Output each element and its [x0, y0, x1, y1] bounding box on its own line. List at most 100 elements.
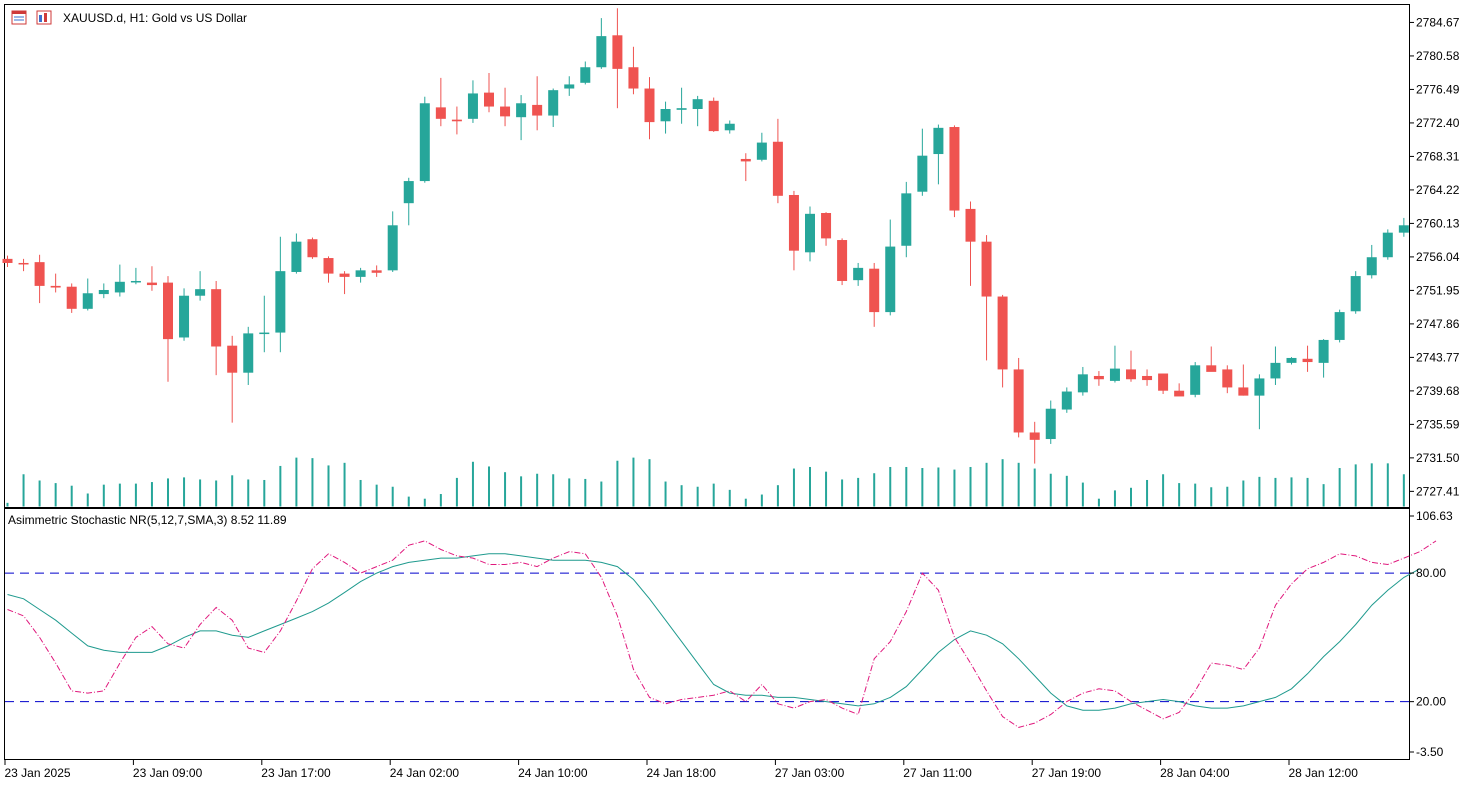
candle-body: [853, 267, 864, 281]
price-axis: 2784.67 2780.58 2776.49 2772.40 2768.31 2764.…: [1410, 15, 1460, 498]
candle-body: [403, 181, 414, 204]
candle-body: [387, 225, 398, 271]
candle-body: [323, 258, 334, 274]
price-tick-label: 2731.50: [1416, 451, 1460, 465]
candle-body: [82, 293, 93, 309]
candle-body: [740, 158, 751, 162]
chart-canvas[interactable]: XAUUSD.d, H1: Gold vs US Dollar Asimmetr…: [0, 0, 1483, 786]
candle-body: [692, 99, 703, 110]
candle-body: [1061, 391, 1072, 410]
price-tick-label: 2747.86: [1416, 317, 1460, 331]
indicator-axis: 106.63 80.00 20.00 -3.50: [1410, 509, 1453, 759]
candle-body: [1398, 225, 1409, 233]
candle-body: [98, 289, 109, 295]
candle-body: [435, 107, 446, 119]
candle-body: [179, 295, 190, 338]
candle-body: [227, 345, 238, 373]
symbol-title: XAUUSD.d, H1: Gold vs US Dollar: [63, 11, 247, 25]
time-tick-label: 23 Jan 09:00: [133, 766, 203, 780]
time-tick-label: 27 Jan 19:00: [1032, 766, 1102, 780]
candle-body: [724, 123, 735, 131]
candle-body: [467, 93, 478, 119]
candle-body: [1366, 257, 1377, 276]
price-tick-label: 2756.04: [1416, 250, 1460, 264]
candle-body: [1077, 374, 1088, 393]
candle-body: [1142, 375, 1153, 381]
indicator-label: Asimmetric Stochastic NR(5,12,7,SMA,3) 8…: [8, 513, 287, 527]
candle-body: [1238, 387, 1249, 396]
indicator-tick-label: 80.00: [1416, 566, 1446, 580]
candle-body: [66, 286, 77, 309]
stochastic-main-line: [7, 553, 1421, 711]
time-tick-label: 24 Jan 10:00: [518, 766, 588, 780]
candle-body: [211, 289, 222, 347]
candle-body: [981, 241, 992, 297]
candle-body: [355, 270, 366, 277]
candle-body: [484, 92, 494, 107]
candle-body: [580, 67, 591, 83]
candle-body: [1334, 312, 1345, 340]
main-pane-frame: [4, 4, 1410, 508]
candle-body: [1190, 365, 1201, 395]
chart-menu-icon[interactable]: [11, 10, 27, 25]
candle-body: [869, 268, 880, 313]
candle-body: [1270, 362, 1281, 379]
candle-body: [949, 127, 960, 211]
price-tick-label: 2764.22: [1416, 183, 1460, 197]
candle-body: [901, 193, 912, 246]
price-tick-label: 2727.41: [1416, 484, 1460, 498]
candle-body: [1126, 369, 1136, 380]
candle-body: [596, 36, 607, 68]
indicator-levels: [5, 572, 1410, 703]
candle-body: [34, 262, 45, 286]
price-tick-label: 2760.13: [1416, 216, 1460, 230]
candle-body: [291, 241, 302, 272]
candle-body: [259, 332, 270, 335]
price-tick-label: 2772.40: [1416, 116, 1460, 130]
candle-body: [50, 285, 61, 288]
price-tick-label: 2739.68: [1416, 384, 1460, 398]
candle-body: [628, 67, 639, 89]
candle-body: [1350, 276, 1361, 312]
indicator-pane-frame: [4, 508, 1410, 760]
price-tick-label: 2743.77: [1416, 350, 1460, 364]
price-tick-label: 2751.95: [1416, 283, 1460, 297]
candle-body: [1158, 373, 1169, 391]
candle-body: [371, 270, 382, 273]
candle-body: [1382, 232, 1393, 258]
candle-body: [564, 84, 575, 89]
candle-body: [644, 88, 655, 123]
candle-body: [885, 246, 896, 313]
chart-window: XAUUSD.d, H1: Gold vs US Dollar Asimmetr…: [0, 0, 1483, 786]
candle-body: [18, 262, 29, 265]
candle-body: [1302, 358, 1313, 363]
candle-body: [146, 282, 157, 286]
candle-body: [195, 289, 206, 296]
candle-body: [163, 282, 173, 340]
candle-body: [1222, 369, 1233, 388]
candle-body: [1029, 432, 1040, 440]
time-tick-label: 27 Jan 03:00: [775, 766, 845, 780]
time-tick-label: 24 Jan 02:00: [390, 766, 460, 780]
indicator-lines: [7, 540, 1437, 728]
candle-body: [1093, 375, 1104, 380]
candle-body: [1286, 357, 1297, 363]
candle-body: [788, 194, 799, 251]
candle-body: [676, 108, 687, 110]
candle-body: [1013, 369, 1024, 433]
price-tick-label: 2784.67: [1416, 15, 1460, 29]
candle-body: [772, 141, 783, 196]
candle-body: [275, 271, 286, 333]
candle-body: [805, 213, 815, 253]
candle-body: [837, 240, 848, 281]
candle-body: [339, 273, 350, 277]
time-tick-label: 28 Jan 12:00: [1289, 766, 1359, 780]
indicator-tick-label: -3.50: [1416, 745, 1444, 759]
price-tick-label: 2735.59: [1416, 417, 1460, 431]
price-tick-label: 2776.49: [1416, 82, 1460, 96]
candle-body: [1318, 339, 1329, 363]
candle-body: [756, 142, 767, 160]
candle-body: [660, 109, 671, 122]
indicator-list-icon[interactable]: [36, 10, 52, 25]
volume-bars: [6, 457, 1405, 507]
